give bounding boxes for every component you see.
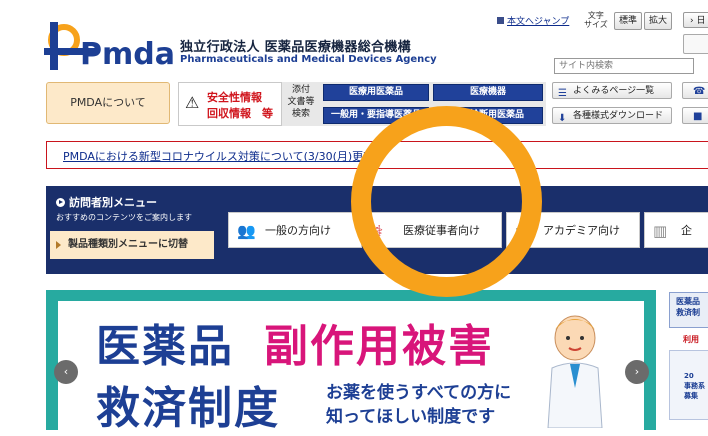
download-icon: ⬇ <box>558 113 567 124</box>
bus-icon[interactable]: ■ <box>682 107 708 124</box>
font-standard-button[interactable]: 標準 <box>614 12 642 30</box>
side-banner-small-3: 募集 <box>684 392 698 400</box>
carousel-prev-button[interactable]: ‹ <box>54 360 78 384</box>
org-name-jp: 独立行政法人 医薬品医療機器総合機構 <box>180 40 411 55</box>
font-large-button[interactable]: 拡大 <box>644 12 672 30</box>
side-banner-small-2: 事務系 <box>684 382 705 390</box>
downloads-label: 各種様式ダウンロード <box>573 111 664 121</box>
visitor-general-button[interactable]: 👥 一般の方向け <box>228 212 362 248</box>
font-size-label-1: 文字 <box>587 11 604 20</box>
logo-text: Pmda <box>80 37 175 72</box>
font-size-label-2: サイズ <box>584 20 608 29</box>
list-icon: ☰ <box>558 88 567 99</box>
side-banner-title-1: 医薬品 <box>676 297 700 306</box>
banner-line2-a: 救済制度 <box>96 383 280 434</box>
banner-line1-b: 副作用被害 <box>264 321 494 372</box>
visitor-business-label: 企 <box>681 224 692 237</box>
header-extra-button[interactable] <box>683 34 708 54</box>
banner-line2-b1: お薬を使うすべての方に <box>326 383 512 403</box>
visitor-business-button[interactable]: ▥ 企 <box>644 212 708 248</box>
doctor-illustration <box>547 315 603 428</box>
language-button[interactable]: › 日 <box>683 12 708 28</box>
doc-label-1: 添付 <box>291 85 310 95</box>
visitor-academia-label: アカデミア向け <box>543 224 620 237</box>
side-banner-sub: 利用 <box>669 328 708 348</box>
phone-icon[interactable]: ☎ <box>682 82 708 99</box>
safety-info-button[interactable]: ⚠ 安全性情報 回収情報 等 <box>178 82 282 126</box>
skip-to-content-link[interactable]: 本文へジャンプ <box>497 14 569 27</box>
site-search-input[interactable] <box>554 58 694 74</box>
safety-line-2: 回収情報 等 <box>207 107 273 120</box>
side-banner-small-1: 20 <box>684 372 694 380</box>
faq-label: よくみるページ一覧 <box>573 86 655 96</box>
downloads-button[interactable]: ⬇ 各種様式ダウンロード <box>552 107 672 124</box>
faq-pages-button[interactable]: ☰ よくみるページ一覧 <box>552 82 672 99</box>
circle-arrow-icon <box>56 197 65 207</box>
visitor-general-label: 一般の方向け <box>265 224 331 237</box>
switch-label: 製品種類別メニューに切替 <box>68 239 188 250</box>
banner-line1-a: 医薬品 <box>96 321 234 372</box>
triangle-right-icon <box>56 241 61 249</box>
font-size-label: 文字 サイズ <box>584 11 608 29</box>
banner-line2-b2: 知ってほしい制度です <box>326 407 496 427</box>
visitor-menu-title: 訪問者別メニュー <box>56 194 157 210</box>
square-bullet-icon <box>497 17 504 24</box>
skip-link-text: 本文へジャンプ <box>507 17 570 27</box>
org-name-en: Pharmaceuticals and Medical Devices Agen… <box>180 54 437 65</box>
switch-product-menu-button[interactable]: 製品種類別メニューに切替 <box>50 231 214 259</box>
doc-search-device-button[interactable]: 医療機器 <box>433 84 543 101</box>
visitor-menu-title-text: 訪問者別メニュー <box>69 196 157 209</box>
visitor-menu-subtitle: おすすめのコンテンツをご案内します <box>56 213 192 222</box>
building-icon: ▥ <box>653 222 668 240</box>
doc-label-3: 検索 <box>291 109 310 119</box>
doc-search-prescription-button[interactable]: 医療用医薬品 <box>323 84 429 101</box>
warning-icon: ⚠ <box>185 93 200 112</box>
side-banner-title-2: 救済制 <box>676 308 700 317</box>
people-icon: 👥 <box>237 222 256 240</box>
about-pmda-button[interactable]: PMDAについて <box>46 82 170 124</box>
highlight-ring <box>351 106 542 297</box>
side-banner-relief[interactable]: 医薬品 救済制 <box>669 292 708 328</box>
doc-label-2: 文書等 <box>287 97 315 107</box>
document-search-label: 添付 文書等 検索 <box>284 84 318 120</box>
carousel-next-button[interactable]: › <box>625 360 649 384</box>
side-banner-recruit[interactable]: 20 事務系 募集 <box>669 350 708 420</box>
covid-notice-link[interactable]: PMDAにおける新型コロナウイルス対策について(3/30(月)更新) <box>63 148 378 164</box>
pmda-logo[interactable]: Pmda <box>44 14 178 72</box>
safety-line-1: 安全性情報 <box>207 91 262 104</box>
